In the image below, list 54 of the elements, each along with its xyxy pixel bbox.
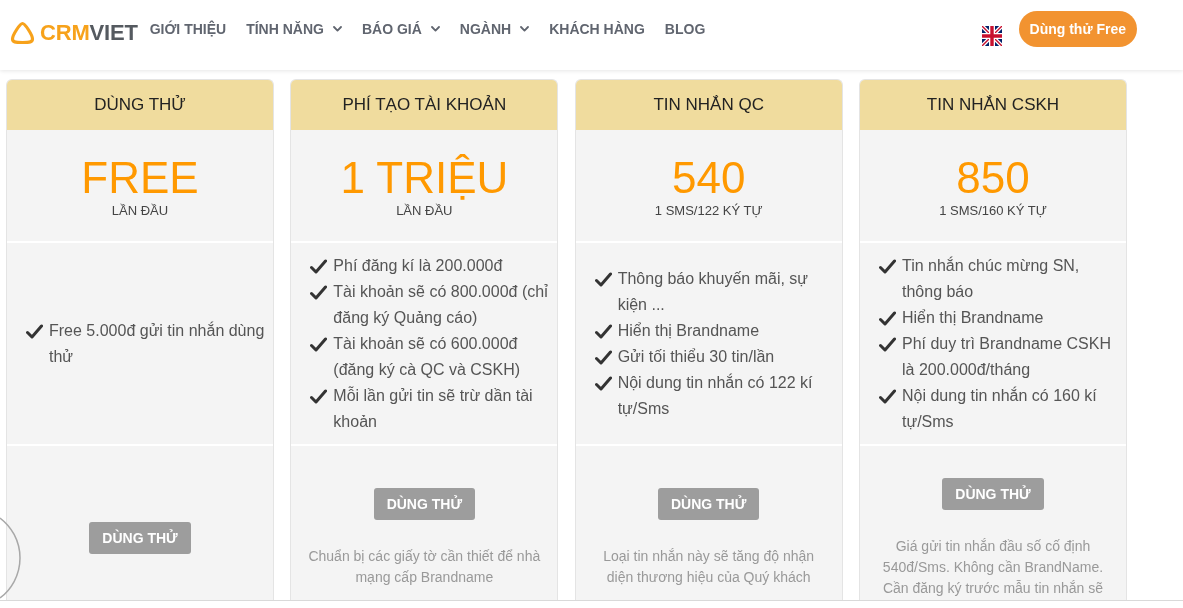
feature-text: Tài khoản sẽ có 600.000đ (đăng ký cà QC và CSKH): [333, 333, 522, 380]
note-text: Loại tin nhắn này sẽ tăng độ nhận diện thương hiệu của Quý khách: [602, 547, 816, 587]
note-text: Chuẩn bị các giấy tờ cần thiết để nhà mạng cấp Brandname: [307, 547, 542, 587]
feature-text: Nội dung tin nhắn có 160 kí tự/Sms: [902, 385, 1098, 432]
check-icon: [879, 258, 896, 274]
check-icon: [594, 323, 612, 339]
plan-title: TIN NHẮN CSKH: [926, 95, 1060, 115]
price-unit-text: LẦN ĐẦU: [111, 202, 169, 220]
price-unit-text: 1 SMS/160 KÝ TỰ: [939, 202, 1047, 220]
feature-text: Thông báo khuyến mãi, sự kiện ...: [617, 268, 810, 315]
logo-wordmark: CRMVIET: [40, 21, 138, 45]
feature-text: Hiển thị Brandname: [902, 307, 1045, 328]
chevron-down-icon: [520, 26, 530, 32]
feature-text: Tin nhắn chúc mừng SN, thông báo: [902, 255, 1081, 302]
chevron-down-icon: [332, 26, 342, 32]
check-icon: [310, 336, 328, 352]
note-text: Giá gửi tin nhắn đầu số cố định 540đ/Sms. Không cần BrandName. Cần đăng ký trước mẫu tin nhắn sẽ: [881, 536, 1105, 598]
price-text: 1 TRIỆU: [340, 154, 509, 202]
price-text: 850: [956, 154, 1030, 202]
nav-link[interactable]: GIỚI THIỆU: [149, 21, 227, 37]
flag-icon[interactable]: [981, 26, 1002, 46]
price-text: FREE: [81, 154, 199, 202]
feature-text: Phí duy trì Brandname CSKH là 200.000đ/tháng: [902, 333, 1112, 380]
feature-text: Hiển thị Brandname: [617, 320, 761, 341]
plan-title: TIN NHẮN QC: [653, 95, 764, 115]
nav-link[interactable]: BÁO GIÁ: [361, 21, 440, 37]
feature-text: Mỗi lần gửi tin sẽ trừ dần tài khoản: [333, 385, 534, 432]
nav-link[interactable]: BLOG: [664, 21, 706, 37]
plan-title: PHÍ TẠO TÀI KHOẢN: [342, 95, 507, 115]
chevron-down-icon: [430, 26, 440, 32]
price-unit-text: LẦN ĐẦU: [396, 202, 453, 220]
nav-link[interactable]: KHÁCH HÀNG: [549, 21, 645, 37]
nav-link[interactable]: TÍNH NĂNG: [246, 21, 342, 37]
feature-text: Free 5.000đ gửi tin nhắn dùng thử: [49, 320, 265, 367]
check-icon: [310, 258, 328, 274]
price-text: 540: [671, 154, 746, 202]
plan-title: DÙNG THỬ: [94, 95, 186, 115]
feature-text: Phí đăng kí là 200.000đ: [333, 255, 504, 276]
feature-text: Gửi tối thiểu 30 tin/lần: [617, 346, 776, 367]
feature-text: Nội dung tin nhắn có 122 kí tự/Sms: [617, 372, 814, 419]
check-icon: [594, 349, 612, 365]
price-unit-text: 1 SMS/122 KÝ TỰ: [654, 202, 763, 220]
ring-icon: [0, 516, 21, 600]
check-icon: [879, 310, 896, 326]
logo-icon: [10, 21, 35, 45]
check-icon: [26, 323, 43, 339]
nav-link[interactable]: NGÀNH: [459, 21, 530, 37]
check-icon: [310, 388, 328, 404]
check-icon: [310, 284, 328, 300]
check-icon: [879, 336, 896, 352]
feature-text: Tài khoản sẽ có 800.000đ (chỉ đăng ký Quảng cáo): [333, 281, 549, 328]
check-icon: [594, 375, 612, 391]
check-icon: [879, 388, 896, 404]
check-icon: [594, 271, 612, 287]
